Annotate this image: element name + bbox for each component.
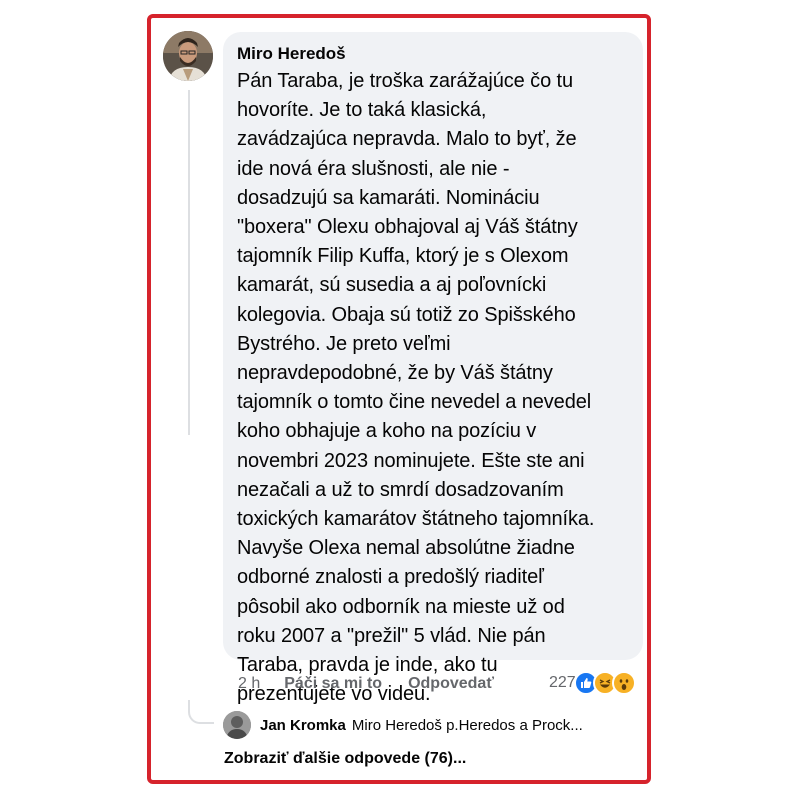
wow-icon [611, 671, 636, 695]
thread-connector [188, 700, 214, 724]
like-button[interactable]: Páči sa mi to [284, 675, 382, 693]
author-avatar[interactable] [163, 31, 213, 81]
comment-actions: 2 h Páči sa mi to Odpovedať [238, 672, 494, 696]
reaction-count: 227 [549, 674, 576, 691]
view-more-replies-link[interactable]: Zobraziť ďalšie odpovede (76)... [224, 750, 466, 768]
reply-text: Miro Heredoš p.Heredos a Prock... [351, 716, 583, 734]
comment-author[interactable]: Miro Heredoš [237, 43, 629, 65]
comment-timestamp[interactable]: 2 h [238, 675, 260, 693]
reply-avatar-photo [223, 711, 251, 739]
thread-line [188, 90, 190, 435]
reply-author-avatar[interactable] [223, 711, 251, 739]
reply-preview[interactable]: Jan Kromka Miro Heredoš p.Heredos a Proc… [223, 710, 643, 740]
reply-button[interactable]: Odpovedať [408, 675, 494, 693]
comment-text: Pán Taraba, je troška zarážajúce čo tu h… [237, 70, 595, 706]
avatar-photo [163, 31, 213, 81]
reactions-summary[interactable]: 227 [549, 670, 636, 696]
comment-bubble: Miro Heredoš Pán Taraba, je troška zaráž… [223, 32, 643, 705]
reply-author[interactable]: Jan Kromka [260, 717, 346, 734]
